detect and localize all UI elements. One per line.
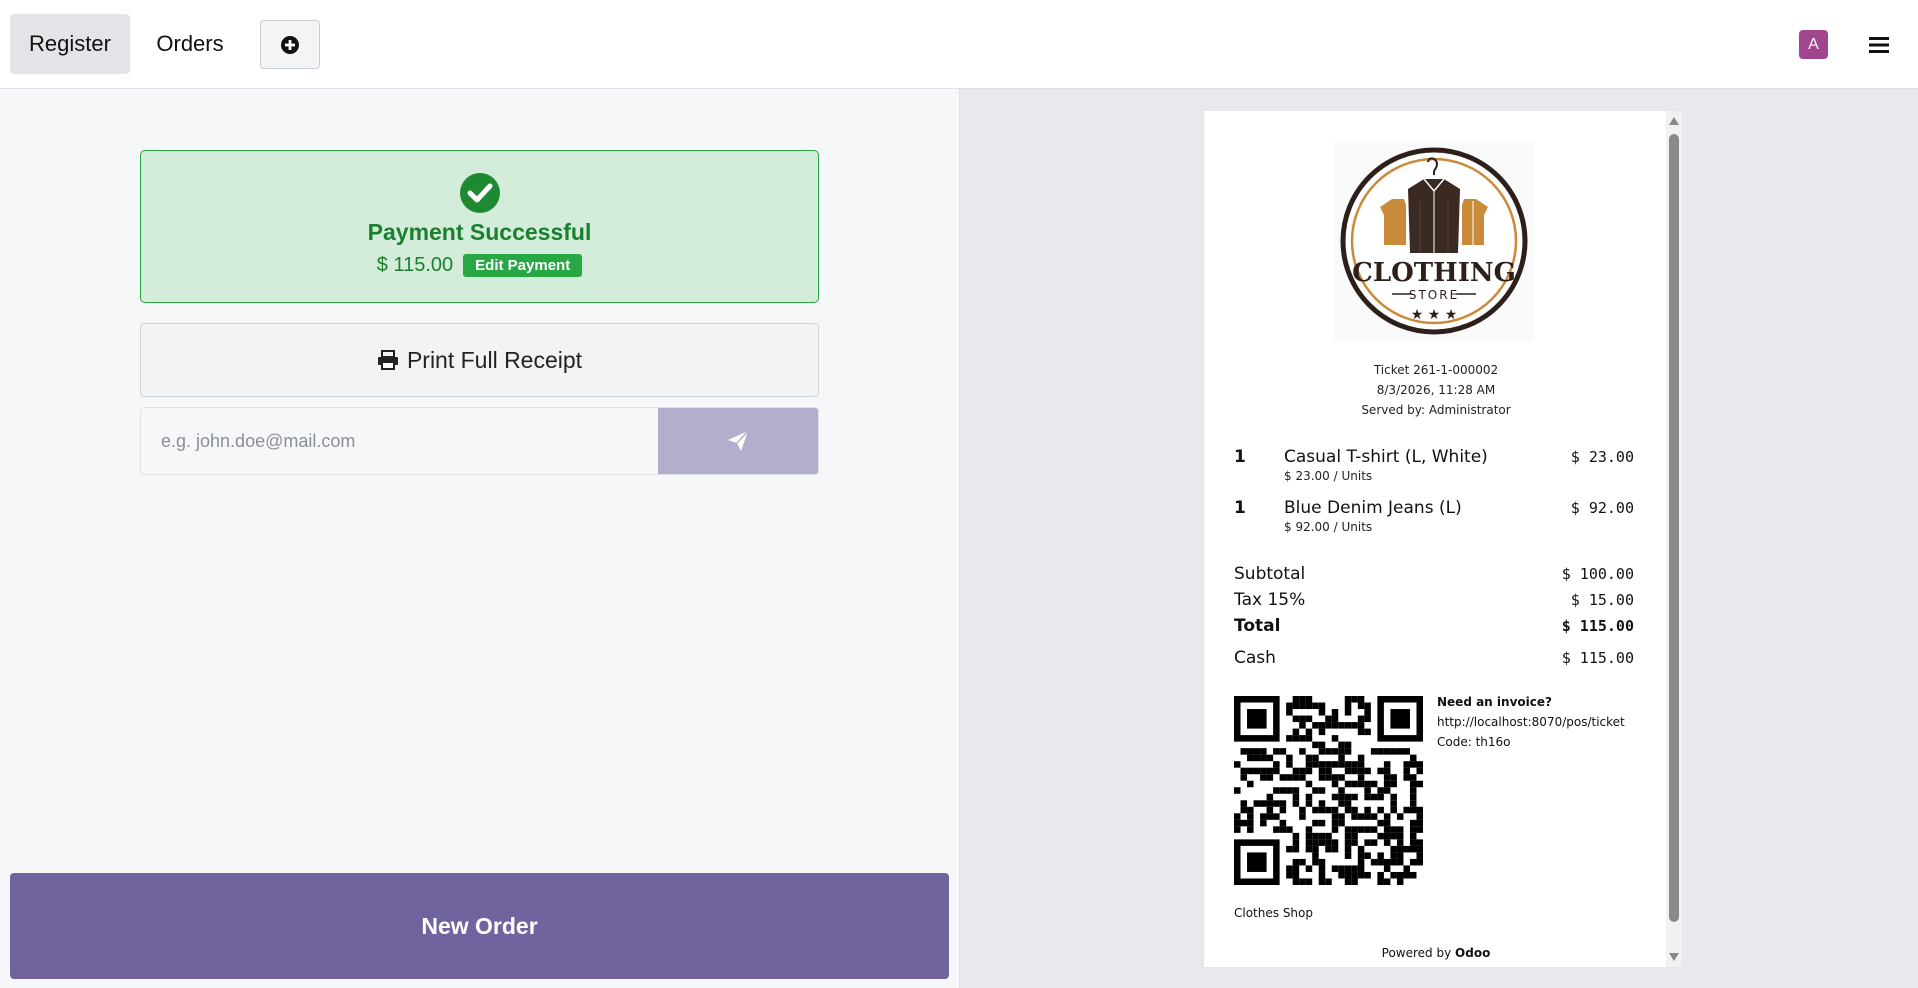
email-input[interactable] [141, 408, 658, 474]
line-price: $ 92.00 [1570, 499, 1634, 517]
receipt-scrollbar[interactable] [1666, 111, 1682, 967]
email-receipt-group [140, 407, 819, 475]
tax-value: $ 15.00 [1570, 591, 1634, 609]
shop-name: Clothes Shop [1234, 906, 1313, 920]
receipt-date: 8/3/2026, 11:28 AM [1376, 383, 1496, 397]
powered-by-label: Powered by [1381, 946, 1452, 960]
tax-label: Tax 15% [1234, 590, 1306, 610]
receipt-ticket-number: Ticket 261-1-000002 [1373, 363, 1499, 377]
scroll-thumb[interactable] [1669, 134, 1679, 922]
paper-plane-icon [728, 430, 749, 451]
tab-orders[interactable]: Orders [136, 14, 244, 74]
plus-circle-icon [281, 35, 299, 54]
line-qty: 1 [1234, 498, 1246, 518]
line-unit-price: $ 92.00 / Units [1284, 520, 1373, 534]
receipt-served-by: Served by: Administrator [1361, 403, 1511, 417]
payment-success-title: Payment Successful [367, 219, 592, 245]
powered-by-brand: Odoo [1455, 946, 1491, 960]
check-circle-icon [460, 173, 500, 213]
cash-label: Cash [1234, 648, 1276, 668]
powered-by: Powered by Odoo [1204, 946, 1668, 960]
receipt-preview-pane: CLOTHING STORE ★ ★ ★ Ticket 261-1-000002… [959, 89, 1918, 988]
top-navbar: Register Orders A [0, 0, 1918, 89]
add-order-button[interactable] [260, 20, 320, 69]
invoice-title: Need an invoice? [1437, 695, 1552, 709]
line-unit-price: $ 23.00 / Units [1284, 469, 1373, 483]
receipt[interactable]: CLOTHING STORE ★ ★ ★ Ticket 261-1-000002… [1203, 110, 1683, 968]
payment-success-panel: Payment Successful $ 115.00 Edit Payment [140, 150, 819, 303]
payment-screen-left: Payment Successful $ 115.00 Edit Payment… [0, 89, 959, 988]
tab-register[interactable]: Register [10, 14, 130, 74]
scroll-up-arrow-icon[interactable] [1669, 117, 1679, 125]
hamburger-menu-icon [1869, 37, 1889, 53]
payment-amount: $ 115.00 [376, 254, 454, 276]
line-price: $ 23.00 [1570, 448, 1634, 466]
printer-icon [377, 350, 398, 370]
print-receipt-button[interactable]: Print Full Receipt [140, 323, 819, 397]
subtotal-label: Subtotal [1234, 564, 1306, 584]
hamburger-menu-button[interactable] [1864, 30, 1894, 60]
subtotal-value: $ 100.00 [1561, 565, 1634, 583]
total-label: Total [1234, 616, 1281, 636]
invoice-qr-code [1234, 696, 1423, 885]
clothing-store-logo: CLOTHING STORE ★ ★ ★ [1334, 141, 1534, 341]
send-email-button[interactable] [658, 408, 818, 474]
invoice-url: http://localhost:8070/pos/ticket [1437, 715, 1625, 729]
new-order-button[interactable]: New Order [10, 873, 949, 979]
line-qty: 1 [1234, 447, 1246, 467]
logo-subtext: STORE [1409, 288, 1459, 302]
line-product-name: Blue Denim Jeans (L) [1284, 498, 1462, 518]
total-value: $ 115.00 [1561, 617, 1634, 635]
user-avatar[interactable]: A [1799, 30, 1828, 59]
print-receipt-label: Print Full Receipt [406, 346, 583, 373]
invoice-code: Code: th16o [1437, 735, 1511, 749]
scroll-down-arrow-icon[interactable] [1669, 953, 1679, 961]
logo-text: CLOTHING [1352, 258, 1516, 288]
edit-payment-button[interactable]: Edit Payment [463, 254, 583, 277]
svg-text:★ ★ ★: ★ ★ ★ [1411, 307, 1458, 323]
line-product-name: Casual T-shirt (L, White) [1284, 447, 1488, 467]
cash-value: $ 115.00 [1561, 649, 1634, 667]
